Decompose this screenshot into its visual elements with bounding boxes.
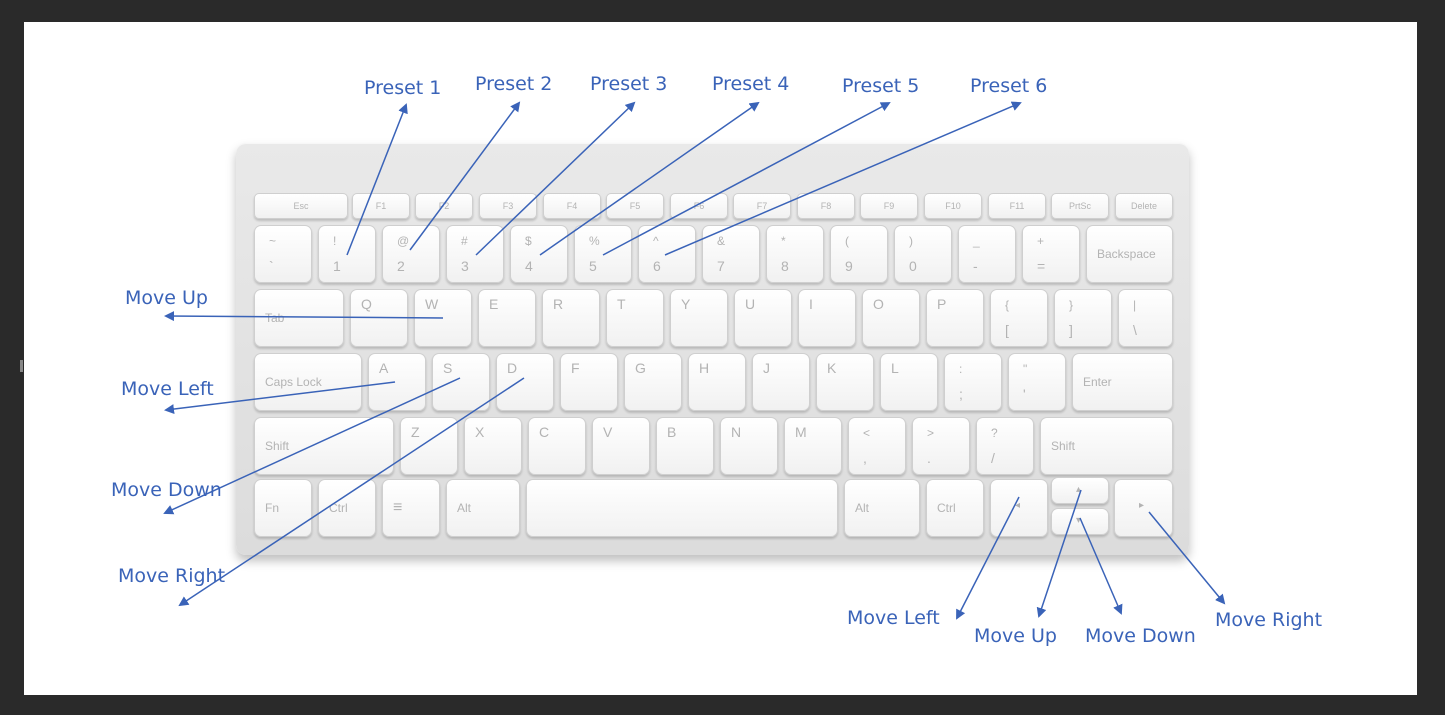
annotation-arrows xyxy=(163,101,1226,620)
label-preset-5: Preset 5 xyxy=(842,75,920,97)
label-move-right-arrow: Move Right xyxy=(1215,609,1323,631)
arrow-move-up-key xyxy=(1036,489,1082,618)
arrow-move-right-key xyxy=(1148,511,1226,605)
arrow-preset4 xyxy=(539,101,760,256)
label-preset-2: Preset 2 xyxy=(475,73,553,95)
label-move-up-w: Move Up xyxy=(125,287,208,309)
label-move-right-d: Move Right xyxy=(118,565,226,587)
label-preset-3: Preset 3 xyxy=(590,73,668,95)
label-move-down-arrow: Move Down xyxy=(1085,625,1196,647)
arrow-move-left-key xyxy=(956,496,1020,620)
arrow-move-right-d xyxy=(178,377,525,607)
arrow-preset6 xyxy=(664,101,1022,256)
arrow-preset2 xyxy=(409,101,521,251)
label-preset-4: Preset 4 xyxy=(712,73,790,95)
arrow-move-up-w xyxy=(164,311,444,322)
label-preset-1: Preset 1 xyxy=(364,77,442,99)
label-move-up-arrow: Move Up xyxy=(974,625,1057,647)
arrow-preset1 xyxy=(346,103,408,256)
label-move-down-s: Move Down xyxy=(111,479,222,501)
label-move-left-arrow: Move Left xyxy=(847,607,940,629)
arrow-move-down-key xyxy=(1079,517,1123,615)
label-preset-6: Preset 6 xyxy=(970,75,1048,97)
arrow-preset3 xyxy=(475,101,636,256)
arrow-preset5 xyxy=(602,102,891,256)
label-move-left-a: Move Left xyxy=(121,378,214,400)
